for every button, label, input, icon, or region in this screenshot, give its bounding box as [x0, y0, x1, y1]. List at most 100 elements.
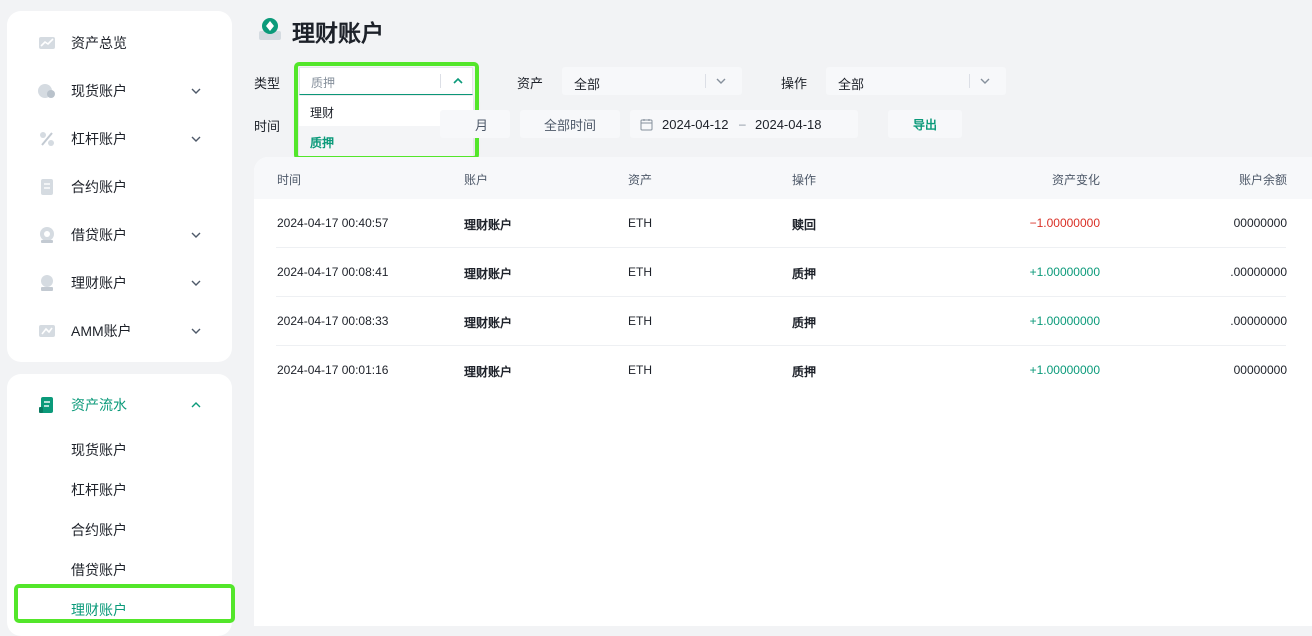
chevron-down-icon[interactable]: [189, 324, 203, 338]
sub-item-label: 合约账户: [71, 522, 127, 538]
chevron-down-icon[interactable]: [189, 228, 203, 242]
cell-time: 2024-04-17 00:08:41: [277, 265, 389, 279]
sidebar-item-label: 资产总览: [71, 35, 127, 51]
cell-change: +1.00000000: [1029, 363, 1100, 377]
column-header-operation: 操作: [792, 173, 817, 187]
sidebar-item-amm[interactable]: AMM账户: [7, 311, 232, 351]
column-header-balance: 账户余额: [1238, 173, 1287, 187]
sidebar-item-overview[interactable]: 资产总览: [7, 23, 232, 63]
loan-icon: [37, 225, 57, 245]
sidebar-item-label: 合约账户: [71, 179, 127, 195]
sidebar-item-loan[interactable]: 借贷账户: [7, 215, 232, 255]
chevron-down-icon[interactable]: [189, 84, 203, 98]
export-label: 导出: [912, 117, 937, 132]
type-select-value: 质押: [311, 76, 336, 90]
time-month-chip[interactable]: 月: [440, 110, 510, 138]
sidebar-item-label: 现货账户: [71, 83, 127, 99]
sidebar-item-margin[interactable]: 杠杆账户: [7, 119, 232, 159]
date-start: 2024-04-12: [662, 117, 729, 132]
option-label: 理财: [310, 106, 335, 120]
sidebar-item-label: 借贷账户: [71, 227, 127, 243]
earn-icon: [37, 273, 57, 293]
sidebar-item-label: 理财账户: [71, 275, 127, 291]
cell-balance: .00000000: [1230, 314, 1287, 328]
table-row: 2024-04-17 00:08:41 理财账户 ETH 质押 +1.00000…: [254, 248, 1312, 297]
date-end: 2024-04-18: [755, 117, 822, 132]
chevron-up-icon[interactable]: [189, 398, 203, 412]
select-divider: [969, 74, 970, 88]
chevron-down-icon[interactable]: [714, 74, 728, 88]
cell-balance: 00000000: [1233, 216, 1287, 230]
calendar-icon: [640, 119, 653, 131]
overview-icon: [37, 33, 57, 53]
cell-balance: .00000000: [1230, 265, 1287, 279]
cell-change: +1.00000000: [1029, 314, 1100, 328]
sidebar-item-spot[interactable]: 现货账户: [7, 71, 232, 111]
cell-asset: ETH: [628, 265, 652, 279]
cell-account: 理财账户: [464, 267, 513, 281]
cell-time: 2024-04-17 00:40:57: [277, 216, 389, 230]
table-row: 2024-04-17 00:08:33 理财账户 ETH 质押 +1.00000…: [254, 297, 1312, 346]
cell-time: 2024-04-17 00:01:16: [277, 363, 389, 377]
column-header-change: 资产变化: [1051, 173, 1100, 187]
operation-select-value: 全部: [838, 77, 865, 92]
table-row: 2024-04-17 00:40:57 理财账户 ETH 赎回 −1.00000…: [254, 199, 1312, 248]
export-button[interactable]: 导出: [888, 110, 962, 138]
date-range-separator: –: [739, 117, 746, 131]
sidebar-item-futures[interactable]: 合约账户: [7, 167, 232, 207]
asset-select[interactable]: 全部: [562, 67, 742, 95]
sub-item-label: 借贷账户: [71, 562, 127, 578]
chevron-up-icon[interactable]: [451, 74, 465, 88]
sidebar-nav: 资产总览 现货账户 杠杆账户 合约账户 借贷账户 理财账户 AMM账户: [7, 11, 232, 362]
sub-item-label: 杠杆账户: [71, 482, 127, 498]
cell-asset: ETH: [628, 363, 652, 377]
select-divider: [440, 74, 441, 88]
sidebar-item-asset-flow[interactable]: 资产流水: [7, 385, 232, 425]
sidebar-item-label: AMM账户: [71, 323, 132, 339]
sub-item-label: 理财账户: [71, 602, 127, 618]
table-header: 时间 账户 资产 操作 资产变化 账户余额: [254, 157, 1312, 199]
percent-icon: [37, 129, 57, 149]
chevron-down-icon[interactable]: [189, 276, 203, 290]
sidebar-item-earn[interactable]: 理财账户: [7, 263, 232, 303]
asset-filter-label: 资产: [517, 76, 544, 91]
cell-time: 2024-04-17 00:08:33: [277, 314, 389, 328]
transactions-table: 时间 账户 资产 操作 资产变化 账户余额 2024-04-17 00:40:5…: [254, 157, 1312, 626]
column-header-asset: 资产: [628, 173, 653, 187]
sub-item-label: 现货账户: [71, 442, 127, 458]
time-all-chip[interactable]: 全部时间: [520, 110, 620, 138]
select-divider: [705, 74, 706, 88]
sub-item-loan[interactable]: 借贷账户: [7, 551, 232, 587]
type-filter-label: 类型: [254, 76, 281, 91]
asset-select-value: 全部: [574, 77, 601, 92]
time-filter-label: 时间: [254, 119, 281, 134]
cell-operation: 质押: [792, 316, 817, 330]
cell-asset: ETH: [628, 314, 652, 328]
cell-balance: 00000000: [1233, 363, 1287, 377]
table-row: 2024-04-17 00:01:16 理财账户 ETH 质押 +1.00000…: [254, 346, 1312, 395]
cell-operation: 质押: [792, 267, 817, 281]
sub-item-spot[interactable]: 现货账户: [7, 431, 232, 467]
earn-account-icon: [259, 18, 281, 40]
date-range-picker[interactable]: 2024-04-12 – 2024-04-18: [630, 110, 858, 138]
cell-account: 理财账户: [464, 218, 513, 232]
sub-item-margin[interactable]: 杠杆账户: [7, 471, 232, 507]
sub-item-futures[interactable]: 合约账户: [7, 511, 232, 547]
chevron-down-icon[interactable]: [978, 74, 992, 88]
cell-change: −1.00000000: [1029, 216, 1100, 230]
cell-operation: 质押: [792, 365, 817, 379]
column-header-account: 账户: [464, 173, 489, 187]
amm-icon: [37, 321, 57, 341]
cell-change: +1.00000000: [1029, 265, 1100, 279]
option-label: 质押: [310, 136, 335, 150]
type-select[interactable]: 质押: [299, 67, 473, 95]
chip-label: 全部时间: [543, 117, 596, 133]
sub-item-earn-active[interactable]: 理财账户: [7, 591, 232, 627]
operation-select[interactable]: 全部: [826, 67, 1006, 95]
operation-filter-label: 操作: [781, 76, 808, 91]
chevron-down-icon[interactable]: [189, 132, 203, 146]
column-header-time: 时间: [277, 173, 302, 187]
document-icon: [37, 177, 57, 197]
cell-operation: 赎回: [792, 218, 817, 232]
sidebar-item-label: 资产流水: [71, 397, 127, 413]
